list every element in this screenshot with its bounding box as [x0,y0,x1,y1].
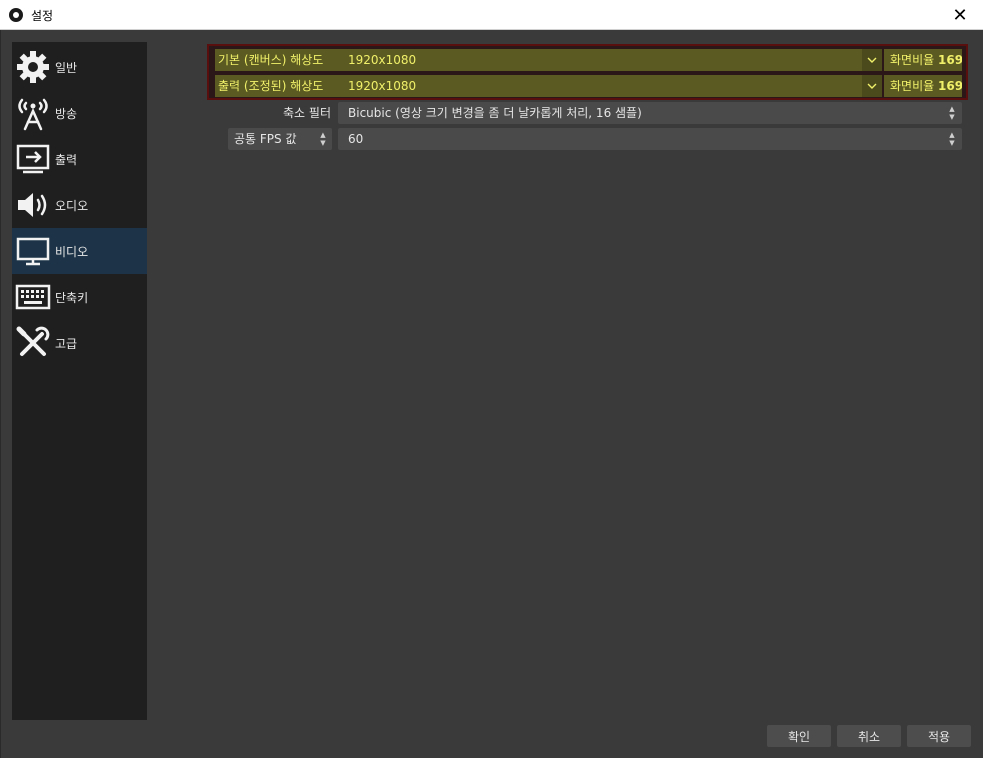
sidebar-item-label: 단축키 [55,290,89,305]
sidebar-item-stream[interactable]: 방송 [12,90,147,136]
aspect-value: 169 [938,79,962,93]
output-resolution-label: 출력 (조정된) 해상도 [215,75,340,97]
output-resolution-input[interactable]: 1920x1080 [338,75,862,97]
sidebar-item-label: 오디오 [55,198,89,213]
chevron-down-icon[interactable] [862,49,882,71]
window-edge [0,30,1,758]
close-icon[interactable]: ✕ [937,0,983,30]
broadcast-antenna-icon [12,93,54,133]
output-aspect-ratio: 화면비율 169 [884,75,962,97]
aspect-label: 화면비율 [890,53,935,67]
sidebar-item-label: 출력 [55,152,78,167]
apply-button[interactable]: 적용 [907,725,971,747]
title-bar: 설정 ✕ [0,0,983,30]
updown-arrows-icon[interactable]: ▲ ▼ [314,128,332,150]
aspect-value: 169 [938,53,962,67]
window-title: 설정 [31,9,54,23]
base-aspect-ratio: 화면비율 169 [884,49,962,71]
downscale-filter-select[interactable]: Bicubic (영상 크기 변경을 좀 더 날카롭게 처리, 16 샘플) [338,102,962,124]
gear-icon [12,47,54,87]
updown-arrows-icon[interactable]: ▲ ▼ [943,128,961,150]
sidebar-item-label: 방송 [55,106,78,121]
cancel-button[interactable]: 취소 [837,725,901,747]
downscale-filter-label: 축소 필터 [283,106,331,120]
sidebar-item-label: 고급 [55,336,78,351]
settings-sidebar: 일반 방송 출력 오디오 비디오 단축키 고급 [12,42,147,720]
output-arrow-icon [12,139,54,179]
sidebar-item-label: 비디오 [55,244,89,259]
tools-icon [12,323,54,363]
sidebar-item-hotkeys[interactable]: 단축키 [12,274,147,320]
base-resolution-input[interactable]: 1920x1080 [338,49,862,71]
sidebar-item-audio[interactable]: 오디오 [12,182,147,228]
sidebar-item-video[interactable]: 비디오 [12,228,147,274]
sidebar-item-general[interactable]: 일반 [12,44,147,90]
sidebar-item-output[interactable]: 출력 [12,136,147,182]
fps-type-label: 공통 FPS 값 [234,132,297,146]
chevron-down-icon[interactable] [862,75,882,97]
aspect-label: 화면비율 [890,79,935,93]
base-resolution-label: 기본 (캔버스) 해상도 [215,49,340,71]
obs-logo-icon [9,8,23,22]
updown-arrows-icon[interactable]: ▲ ▼ [943,102,961,124]
sidebar-item-advanced[interactable]: 고급 [12,320,147,366]
ok-button[interactable]: 확인 [767,725,831,747]
monitor-icon [12,231,54,271]
keyboard-icon [12,277,54,317]
fps-value-select[interactable]: 60 [338,128,962,150]
sidebar-item-label: 일반 [55,60,78,75]
speaker-icon [12,185,54,225]
